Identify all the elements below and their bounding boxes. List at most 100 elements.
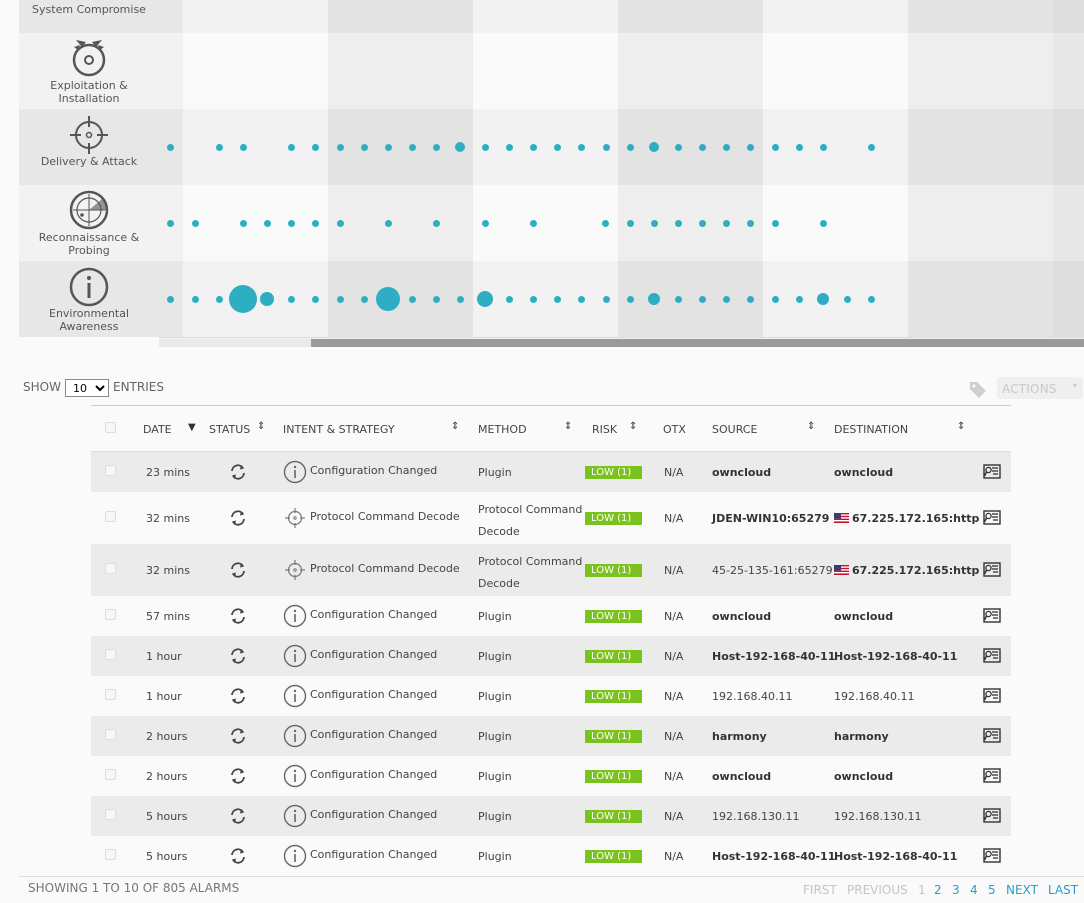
alarm-dot[interactable] bbox=[215, 143, 223, 151]
actions-button[interactable]: ACTIONS ▾ bbox=[997, 377, 1083, 399]
alarm-dot[interactable] bbox=[746, 295, 754, 303]
alarm-dot[interactable] bbox=[505, 295, 513, 303]
alarm-dot[interactable] bbox=[771, 219, 779, 227]
row-checkbox[interactable] bbox=[105, 809, 116, 820]
row-destination[interactable]: Host-192-168-40-11 bbox=[834, 650, 957, 663]
row-source[interactable]: owncloud bbox=[712, 770, 771, 783]
next-page-link[interactable]: NEXT bbox=[1006, 883, 1038, 897]
alarm-dot[interactable] bbox=[577, 143, 585, 151]
row-destination[interactable]: 192.168.40.11 bbox=[834, 690, 914, 703]
refresh-icon[interactable] bbox=[228, 846, 248, 866]
table-row[interactable]: 2 hours Configuration Changed Plugin LOW (1… bbox=[91, 756, 1011, 796]
alarm-dot[interactable] bbox=[648, 293, 660, 305]
alarm-dot[interactable] bbox=[795, 295, 803, 303]
alarm-dot[interactable] bbox=[191, 219, 199, 227]
row-intent[interactable]: Configuration Changed bbox=[310, 848, 437, 861]
details-icon[interactable] bbox=[983, 768, 1001, 784]
alarm-dot[interactable] bbox=[529, 143, 537, 151]
sort-icon[interactable]: ⇕ bbox=[957, 421, 965, 432]
row-source[interactable]: harmony bbox=[712, 730, 767, 743]
alarm-dot[interactable] bbox=[376, 287, 400, 311]
row-intent[interactable]: Configuration Changed bbox=[310, 464, 437, 477]
alarm-dot[interactable] bbox=[626, 219, 634, 227]
details-icon[interactable] bbox=[983, 808, 1001, 824]
details-icon[interactable] bbox=[983, 848, 1001, 864]
sort-icon[interactable]: ⇕ bbox=[807, 421, 815, 432]
row-destination[interactable]: owncloud bbox=[834, 770, 893, 783]
alarm-dot[interactable] bbox=[166, 295, 174, 303]
table-row[interactable]: 57 mins Configuration Changed Plugin LOW (1… bbox=[91, 596, 1011, 636]
alarm-dot[interactable] bbox=[287, 143, 295, 151]
details-icon[interactable] bbox=[983, 728, 1001, 744]
row-destination[interactable]: owncloud bbox=[834, 466, 893, 479]
row-intent[interactable]: Configuration Changed bbox=[310, 808, 437, 821]
table-row[interactable]: 1 hour Configuration Changed Plugin LOW (1)… bbox=[91, 676, 1011, 716]
col-date[interactable]: DATE bbox=[143, 423, 172, 436]
row-source[interactable]: 192.168.130.11 bbox=[712, 810, 799, 823]
alarm-dot[interactable] bbox=[674, 219, 682, 227]
row-intent[interactable]: Configuration Changed bbox=[310, 768, 437, 781]
alarm-dot[interactable] bbox=[674, 295, 682, 303]
col-otx[interactable]: OTX bbox=[663, 423, 686, 436]
row-destination[interactable]: 67.225.172.165:http bbox=[834, 512, 979, 525]
details-icon[interactable] bbox=[983, 562, 1001, 578]
alarm-dot[interactable] bbox=[456, 295, 464, 303]
refresh-icon[interactable] bbox=[228, 806, 248, 826]
row-intent[interactable]: Configuration Changed bbox=[310, 608, 437, 621]
alarm-dot[interactable] bbox=[263, 219, 271, 227]
details-icon[interactable] bbox=[983, 648, 1001, 664]
alarm-dot[interactable] bbox=[408, 295, 416, 303]
alarm-dot[interactable] bbox=[771, 143, 779, 151]
alarm-dot[interactable] bbox=[529, 295, 537, 303]
refresh-icon[interactable] bbox=[228, 646, 248, 666]
scrollbar-thumb[interactable] bbox=[311, 339, 1084, 347]
row-checkbox[interactable] bbox=[105, 849, 116, 860]
alarm-dot[interactable] bbox=[239, 143, 247, 151]
alarm-dot[interactable] bbox=[166, 219, 174, 227]
alarm-dot[interactable] bbox=[455, 142, 465, 152]
alarm-dot[interactable] bbox=[722, 143, 730, 151]
last-page-link[interactable]: LAST bbox=[1048, 883, 1078, 897]
alarm-dot[interactable] bbox=[867, 143, 875, 151]
table-row[interactable]: 5 hours Configuration Changed Plugin LOW (1… bbox=[91, 836, 1011, 876]
sort-icon[interactable]: ⇕ bbox=[564, 421, 572, 432]
row-checkbox[interactable] bbox=[105, 465, 116, 476]
alarm-dot[interactable] bbox=[311, 143, 319, 151]
refresh-icon[interactable] bbox=[228, 766, 248, 786]
alarm-dot[interactable] bbox=[229, 285, 257, 313]
alarm-dot[interactable] bbox=[336, 143, 344, 151]
row-intent[interactable]: Configuration Changed bbox=[310, 688, 437, 701]
alarm-dot[interactable] bbox=[626, 295, 634, 303]
alarm-dot[interactable] bbox=[819, 143, 827, 151]
page-1[interactable]: 1 bbox=[918, 883, 926, 897]
first-page-link[interactable]: FIRST bbox=[803, 883, 837, 897]
alarm-dot[interactable] bbox=[819, 219, 827, 227]
alarm-dot[interactable] bbox=[771, 295, 779, 303]
row-checkbox[interactable] bbox=[105, 769, 116, 780]
alarm-dot[interactable] bbox=[432, 295, 440, 303]
table-row[interactable]: 23 mins Configuration Changed Plugin LOW (1… bbox=[91, 452, 1011, 492]
alarm-dot[interactable] bbox=[360, 295, 368, 303]
alarm-dot[interactable] bbox=[722, 295, 730, 303]
alarm-dot[interactable] bbox=[698, 219, 706, 227]
alarm-dot[interactable] bbox=[311, 295, 319, 303]
alarm-dot[interactable] bbox=[360, 143, 368, 151]
col-risk[interactable]: RISK bbox=[592, 423, 617, 436]
table-row[interactable]: 32 mins Protocol Command Decode Protocol C… bbox=[91, 492, 1011, 544]
row-destination[interactable]: owncloud bbox=[834, 610, 893, 623]
alarm-dot[interactable] bbox=[287, 295, 295, 303]
sort-icon[interactable]: ⇕ bbox=[257, 421, 265, 432]
alarm-dot[interactable] bbox=[481, 219, 489, 227]
alarm-dot[interactable] bbox=[602, 295, 610, 303]
alarm-dot[interactable] bbox=[477, 291, 493, 307]
alarm-dot[interactable] bbox=[698, 295, 706, 303]
refresh-icon[interactable] bbox=[228, 686, 248, 706]
alarm-dot[interactable] bbox=[505, 143, 513, 151]
row-checkbox[interactable] bbox=[105, 729, 116, 740]
alarm-dot[interactable] bbox=[626, 143, 634, 151]
sort-icon[interactable]: ⇕ bbox=[629, 421, 637, 432]
col-intent[interactable]: INTENT & STRATEGY bbox=[283, 423, 395, 436]
row-intent[interactable]: Protocol Command Decode bbox=[310, 510, 460, 523]
select-all-checkbox[interactable] bbox=[105, 422, 116, 433]
refresh-icon[interactable] bbox=[228, 606, 248, 626]
